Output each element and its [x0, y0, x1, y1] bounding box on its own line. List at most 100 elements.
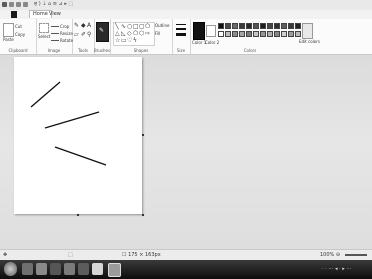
taskbar-word-icon[interactable] — [92, 263, 103, 275]
taskbar-explorer-icon[interactable] — [22, 263, 33, 275]
magnifier-icon[interactable]: ⚲ — [87, 32, 91, 38]
color1-button[interactable] — [193, 22, 205, 40]
color-swatch[interactable] — [281, 23, 287, 29]
size-group: Size — [172, 19, 191, 54]
system-tray-clock[interactable]: · · ⋯ ◂ · ▸ ⋯ — [322, 266, 351, 272]
color-swatch[interactable] — [267, 31, 273, 37]
color-swatch[interactable] — [225, 31, 231, 37]
edit-colors-icon[interactable] — [302, 23, 313, 39]
fill-dropdown[interactable]: Fill — [155, 31, 160, 36]
lightning-shape-icon[interactable]: ϟ — [133, 38, 137, 44]
image-group-label: Image — [47, 48, 61, 53]
tab-file[interactable] — [11, 11, 17, 18]
color-swatch[interactable] — [239, 31, 245, 37]
taskbar-media-icon[interactable] — [50, 263, 61, 275]
drawn-line-1 — [30, 81, 61, 108]
zoom-slider[interactable] — [345, 254, 367, 256]
star-shape-icon[interactable]: ☆ — [115, 38, 120, 44]
resize-button[interactable]: Resize — [60, 31, 73, 36]
cut-button[interactable]: Cut — [15, 24, 22, 29]
arrow-shape-icon[interactable]: ⇨ — [145, 31, 150, 37]
ribbon-tabs: Home View — [0, 10, 372, 19]
color-swatch[interactable] — [232, 31, 238, 37]
color-swatch[interactable] — [295, 31, 301, 37]
canvas-size: ☐ 175 × 163px — [122, 252, 161, 258]
clipboard-group-label: Clipboard — [8, 48, 28, 53]
select-label[interactable]: Select — [38, 34, 50, 39]
color-swatch[interactable] — [274, 31, 280, 37]
ribbon: Paste Cut Copy Clipboard Select Crop Res… — [0, 19, 372, 55]
paste-label[interactable]: Paste — [3, 37, 14, 42]
canvas-workspace[interactable] — [0, 55, 372, 249]
text-icon[interactable]: A — [87, 23, 91, 29]
tab-view[interactable]: View — [46, 11, 64, 18]
size-group-label: Size — [176, 48, 186, 53]
drawing-canvas[interactable] — [14, 57, 144, 216]
color-swatch[interactable] — [246, 31, 252, 37]
color-swatch[interactable] — [218, 31, 224, 37]
brushes-button[interactable]: ✎ — [96, 22, 109, 42]
hexagon-shape-icon[interactable]: ⬡ — [139, 31, 144, 37]
paste-icon[interactable] — [3, 23, 14, 37]
save-icon[interactable] — [9, 2, 14, 7]
color-swatch[interactable] — [295, 23, 301, 29]
fill-icon[interactable]: ◆ — [81, 23, 86, 29]
rotate-icon[interactable] — [51, 40, 59, 41]
size-line-thick[interactable] — [176, 33, 186, 36]
color2-label: Color 2 — [205, 40, 220, 45]
tools-group-label: Tools — [78, 48, 88, 53]
selection-size: ⬚ — [68, 252, 73, 258]
color-swatch[interactable] — [253, 23, 259, 29]
resize-handle-bottom[interactable] — [77, 214, 79, 216]
taskbar-ie-icon[interactable] — [36, 263, 47, 275]
colors-group: Color 1 Color 2 Edit colors Colors — [190, 19, 372, 54]
color-swatch[interactable] — [281, 31, 287, 37]
color-swatch[interactable] — [288, 23, 294, 29]
resize-handle-corner[interactable] — [142, 214, 144, 216]
shapes-gallery[interactable]: ╲ ∿ ○ □ ▢ ⬠ △ ◺ ◇ ⬠ ⬡ ⇨ ☆ ▭ ♡ ϟ — [113, 22, 155, 46]
pencil-icon[interactable]: ✎ — [74, 23, 79, 29]
color-swatch[interactable] — [288, 31, 294, 37]
eraser-icon[interactable]: ▱ — [74, 32, 79, 38]
brushes-group-label: Brushes — [94, 48, 110, 53]
zoom-level[interactable]: 100% ⊖ — [320, 252, 340, 258]
taskbar-chrome-icon[interactable] — [64, 263, 75, 275]
paint-app-icon[interactable] — [2, 2, 7, 7]
window-title: ਰ ) ⇣ ⌂ ≡ ⊿ ▸ ⬚ — [34, 1, 74, 7]
color-swatch[interactable] — [239, 23, 245, 29]
color-swatch[interactable] — [267, 23, 273, 29]
taskbar-app-icon[interactable] — [78, 263, 89, 275]
drawn-line-3 — [54, 146, 107, 166]
outline-dropdown[interactable]: Outline — [155, 23, 169, 28]
heart-shape-icon[interactable]: ♡ — [127, 38, 132, 44]
callout-shape-icon[interactable]: ▭ — [121, 38, 127, 44]
color2-button[interactable] — [206, 25, 216, 37]
crop-icon[interactable] — [51, 26, 59, 27]
resize-icon[interactable] — [51, 33, 59, 34]
color-picker-icon[interactable]: ✐ — [81, 32, 86, 38]
crop-button[interactable]: Crop — [60, 24, 69, 29]
color-swatch[interactable] — [232, 23, 238, 29]
color-swatch[interactable] — [253, 31, 259, 37]
cursor-position: ✥ — [3, 252, 8, 258]
taskbar-paint-icon[interactable] — [108, 263, 121, 277]
image-group: Select Crop Resize Rotate Image — [36, 19, 73, 54]
color-swatch[interactable] — [260, 31, 266, 37]
tools-group: ✎ ◆ A ▱ ✐ ⚲ Tools — [72, 19, 95, 54]
edit-colors-button[interactable]: Edit colors — [299, 39, 320, 44]
select-icon[interactable] — [39, 23, 49, 33]
start-button[interactable] — [4, 262, 17, 276]
color-swatch[interactable] — [246, 23, 252, 29]
color-swatch[interactable] — [218, 23, 224, 29]
copy-button[interactable]: Copy — [15, 32, 25, 37]
resize-handle-right[interactable] — [142, 134, 144, 136]
color-swatch[interactable] — [274, 23, 280, 29]
shapes-group-label: Shapes — [133, 48, 149, 53]
undo-icon[interactable] — [16, 2, 21, 7]
taskbar: · · ⋯ ◂ · ▸ ⋯ — [0, 260, 372, 279]
color-swatch[interactable] — [225, 23, 231, 29]
size-line-medium[interactable] — [176, 28, 186, 30]
redo-icon[interactable] — [23, 2, 28, 7]
color-swatch[interactable] — [260, 23, 266, 29]
size-line-thin[interactable] — [176, 24, 186, 25]
